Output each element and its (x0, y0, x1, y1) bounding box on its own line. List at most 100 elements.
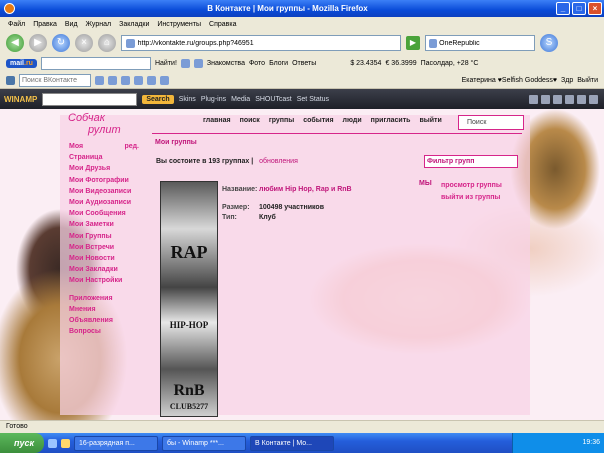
nav-people[interactable]: люди (343, 117, 362, 124)
search-input[interactable] (439, 39, 534, 47)
link-photo[interactable]: Фото (249, 60, 265, 67)
menu-file[interactable]: Файл (8, 21, 25, 28)
menu-edit[interactable]: Правка (33, 21, 57, 28)
link-dating[interactable]: Знакомства (207, 60, 245, 67)
site-search-input[interactable]: Поиск (458, 115, 524, 130)
winamp-menu-media[interactable]: Media (231, 96, 250, 103)
menu-tools[interactable]: Инструменты (157, 21, 201, 28)
quicklaunch-desktop-icon[interactable] (61, 438, 70, 448)
site-logo[interactable]: Собчак рулит (68, 112, 121, 136)
minimize-button[interactable]: _ (556, 2, 570, 15)
sidebar-item-opinions[interactable]: Мнения (69, 304, 139, 315)
task-dos[interactable]: 16-разрядная п... (74, 435, 158, 451)
sidebar-item-audio[interactable]: Мои Аудиозаписи (69, 197, 139, 208)
sidebar-item-bookmarks[interactable]: Мои Закладки (69, 264, 139, 275)
sidebar: Моя ред. Страница Мои Друзья Мои Фотограф… (69, 141, 139, 337)
vk-messages-icon[interactable] (147, 75, 156, 85)
next-icon[interactable] (577, 94, 586, 104)
vk-photo-icon[interactable] (108, 75, 117, 85)
sidebar-item-questions[interactable]: Вопросы (69, 326, 139, 337)
vk-audio-icon[interactable] (134, 75, 143, 85)
sidebar-item-apps[interactable]: Приложения (69, 293, 139, 304)
nav-logout[interactable]: выйти (419, 117, 441, 124)
winamp-menu-status[interactable]: Set Status (297, 96, 329, 103)
maximize-button[interactable]: □ (572, 2, 586, 15)
mail-icon[interactable] (193, 59, 203, 68)
vk-home-link[interactable]: Здр (561, 77, 573, 84)
menu-help[interactable]: Справка (209, 21, 236, 28)
eur-rate: € 36.3999 (385, 60, 417, 67)
nav-home[interactable]: главная (203, 117, 231, 124)
sidebar-page[interactable]: Страница (69, 152, 139, 163)
link-answers[interactable]: Ответы (292, 60, 316, 67)
nav-invite[interactable]: пригласить (371, 117, 411, 124)
sidebar-item-notes[interactable]: Мои Заметки (69, 219, 139, 230)
winamp-search-input[interactable] (42, 92, 138, 106)
vk-icon (6, 75, 15, 85)
menu-view[interactable]: Вид (65, 21, 78, 28)
forward-button[interactable]: ▶ (29, 34, 47, 52)
winamp-search-button[interactable]: Search (142, 94, 174, 104)
mailru-find-button[interactable]: Найти! (155, 60, 177, 67)
home-button[interactable]: ⌂ (98, 34, 116, 52)
skype-icon[interactable]: S (540, 34, 558, 52)
sidebar-item-photos[interactable]: Мои Фотографии (69, 175, 139, 186)
menu-history[interactable]: Журнал (86, 21, 112, 28)
sidebar-my[interactable]: Моя (69, 141, 83, 152)
vk-user-name[interactable]: Екатерина ♥Selfish Goddess♥ (462, 77, 557, 84)
sidebar-edit-link[interactable]: ред. (124, 141, 139, 152)
reload-button[interactable]: ↻ (52, 34, 70, 52)
nav-groups[interactable]: группы (269, 117, 294, 124)
winamp-controls (529, 94, 598, 104)
usd-rate: $ 23.4354 (350, 60, 382, 67)
group-image[interactable]: RAP HIP-HOP RnB CLUB5277 (160, 181, 218, 417)
vk-logout-link[interactable]: Выйти (577, 77, 598, 84)
quicklaunch-ie-icon[interactable] (48, 438, 57, 448)
google-icon (429, 38, 438, 48)
winamp-menu-plugins[interactable]: Plug-ins (201, 96, 226, 103)
play-icon[interactable] (541, 94, 550, 104)
nav-events[interactable]: события (303, 117, 333, 124)
sidebar-item-ads[interactable]: Объявления (69, 315, 139, 326)
vk-video-icon[interactable] (121, 75, 130, 85)
address-bar[interactable] (121, 35, 401, 51)
view-group-link[interactable]: просмотр группы (441, 180, 502, 192)
start-button[interactable]: пуск (0, 433, 44, 453)
menu-bookmarks[interactable]: Закладки (119, 21, 149, 28)
url-input[interactable] (137, 39, 400, 47)
close-button[interactable]: × (588, 2, 602, 15)
sidebar-item-videos[interactable]: Мои Видеозаписи (69, 186, 139, 197)
group-filter-input[interactable]: Фильтр групп (424, 155, 518, 168)
stop-icon[interactable] (565, 94, 574, 104)
group-name-link[interactable]: любим Hip Hop, Rap и RnB (259, 185, 352, 194)
sidebar-item-groups[interactable]: Мои Группы (69, 231, 139, 242)
go-button[interactable]: ▶ (406, 36, 420, 50)
mailru-logo[interactable]: mail.ru (6, 59, 37, 68)
sidebar-item-news[interactable]: Мои Новости (69, 253, 139, 264)
sidebar-item-settings[interactable]: Мои Настройки (69, 275, 139, 286)
vk-search-input[interactable] (19, 73, 91, 87)
vk-friends-icon[interactable] (95, 75, 104, 85)
link-blogs[interactable]: Блоги (269, 60, 288, 67)
prev-icon[interactable] (529, 94, 538, 104)
sidebar-item-friends[interactable]: Мои Друзья (69, 163, 139, 174)
winamp-menu-shoutcast[interactable]: SHOUTcast (255, 96, 292, 103)
task-firefox[interactable]: В Контакте | Мо... (250, 435, 334, 451)
winamp-menu-skins[interactable]: Skins (179, 96, 196, 103)
mailru-search-input[interactable] (40, 57, 151, 70)
nav-search[interactable]: поиск (240, 117, 260, 124)
search-bar[interactable] (425, 35, 535, 51)
vk-notes-icon[interactable] (160, 75, 169, 85)
updates-link[interactable]: обновления (259, 158, 298, 165)
pencil-icon[interactable] (180, 59, 190, 68)
stop-button[interactable]: × (75, 34, 93, 52)
task-winamp[interactable]: бы - Winamp ***... (162, 435, 246, 451)
sidebar-item-messages[interactable]: Мои Сообщения (69, 208, 139, 219)
pause-icon[interactable] (553, 94, 562, 104)
volume-icon[interactable] (589, 94, 598, 104)
back-button[interactable]: ◀ (6, 34, 24, 52)
divider (152, 133, 522, 134)
sidebar-item-events[interactable]: Мои Встречи (69, 242, 139, 253)
winamp-logo[interactable]: WINAMP (4, 95, 37, 104)
leave-group-link[interactable]: выйти из группы (441, 192, 502, 204)
